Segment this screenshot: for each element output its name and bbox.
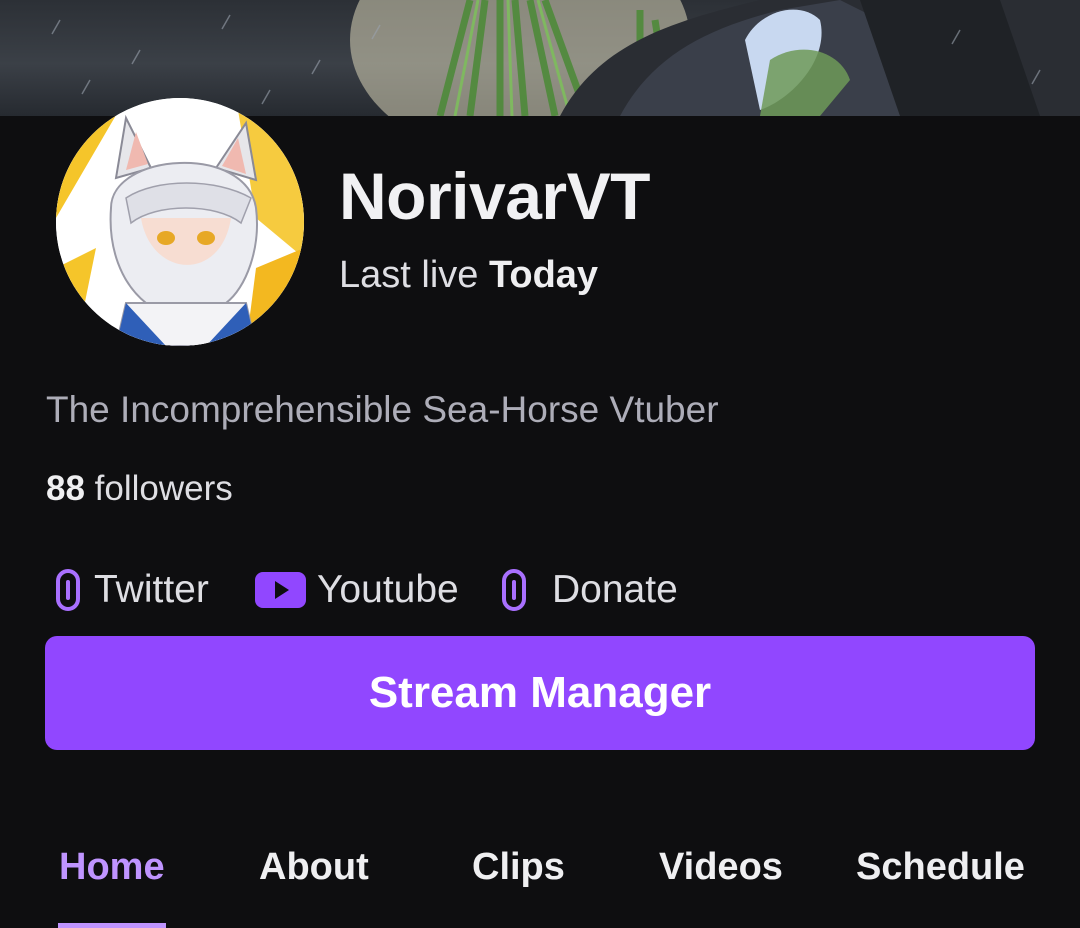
tab-about[interactable]: About: [259, 846, 369, 889]
channel-name: NorivarVT: [339, 159, 650, 233]
channel-tabs: Home About Clips Videos Schedule: [0, 830, 1080, 928]
followers-label: followers: [94, 469, 233, 508]
followers-number: 88: [46, 469, 85, 508]
link-label: Youtube: [317, 568, 459, 611]
link-icon: [500, 568, 528, 612]
tab-home[interactable]: Home: [59, 846, 165, 889]
avatar[interactable]: [56, 98, 304, 346]
channel-bio: The Incomprehensible Sea-Horse Vtuber: [46, 389, 719, 430]
link-youtube[interactable]: Youtube: [255, 560, 459, 620]
link-icon: [54, 568, 82, 612]
stream-manager-button[interactable]: Stream Manager: [45, 636, 1035, 750]
link-label: Twitter: [94, 568, 209, 611]
last-live-status: Last live Today: [339, 254, 598, 297]
tab-videos[interactable]: Videos: [659, 846, 783, 889]
tab-clips[interactable]: Clips: [472, 846, 565, 889]
link-donate[interactable]: Donate: [500, 560, 678, 620]
active-tab-indicator: [58, 923, 166, 928]
tab-schedule[interactable]: Schedule: [856, 846, 1025, 889]
social-links: Twitter Youtube Donate: [46, 560, 746, 620]
last-live-value: Today: [488, 254, 599, 296]
link-twitter[interactable]: Twitter: [54, 560, 209, 620]
followers-count: 88 followers: [46, 469, 233, 509]
youtube-icon: [255, 572, 306, 608]
link-label: Donate: [552, 568, 678, 611]
last-live-prefix: Last live: [339, 254, 479, 296]
